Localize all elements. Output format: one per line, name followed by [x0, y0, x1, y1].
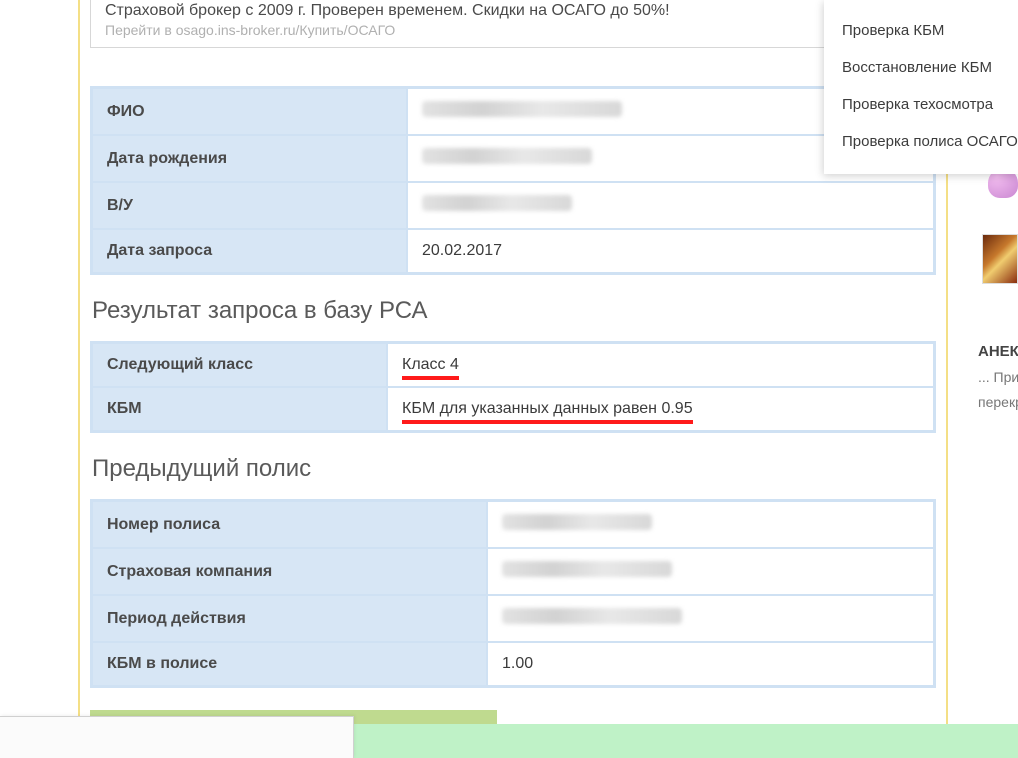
row-label: КБМ в полисе: [92, 642, 487, 686]
row-value: [407, 182, 934, 229]
table-row: Следующий класс Класс 4: [92, 343, 934, 387]
row-label: Номер полиса: [92, 501, 487, 548]
row-label: Страховая компания: [92, 548, 487, 595]
dropdown-menu: Проверка КБМ Восстановление КБМ Проверка…: [824, 0, 1018, 174]
section-result-title: Результат запроса в базу РСА: [92, 297, 936, 325]
ad-how-link[interactable]: Как размести: [90, 56, 936, 72]
dropdown-item-check-kbm[interactable]: Проверка КБМ: [824, 12, 1018, 49]
redacted-value: [502, 514, 652, 530]
sidebar-image-fragment: [982, 234, 1018, 284]
row-label: КБМ: [92, 387, 387, 431]
row-value: 20.02.2017: [407, 229, 934, 273]
row-value: Класс 4: [387, 343, 934, 387]
table-row: Период действия: [92, 595, 934, 642]
redacted-value: [502, 608, 682, 624]
redacted-value: [422, 101, 622, 117]
row-value: КБМ для указанных данных равен 0.95: [387, 387, 934, 431]
dropdown-item-check-osago[interactable]: Проверка полиса ОСАГО: [824, 123, 1018, 160]
main-content: Страховой брокер с 2009 г. Проверен врем…: [78, 0, 948, 742]
section-prev-title: Предыдущий полис: [92, 455, 936, 483]
row-value: 1.00: [487, 642, 934, 686]
table-row: ФИО: [92, 88, 934, 135]
ad-subtitle: Перейти в osago.ins-broker.ru/Купить/ОСА…: [105, 22, 921, 38]
table-row: Страховая компания: [92, 548, 934, 595]
row-value: [487, 595, 934, 642]
table-row: В/У: [92, 182, 934, 229]
row-value: [487, 501, 934, 548]
row-label: В/У: [92, 182, 407, 229]
previous-policy-table: Номер полиса Страховая компания Период д…: [90, 499, 936, 688]
table-row: КБМ КБМ для указанных данных равен 0.95: [92, 387, 934, 431]
table-row: КБМ в полисе 1.00: [92, 642, 934, 686]
row-label: ФИО: [92, 88, 407, 135]
dropdown-item-check-inspection[interactable]: Проверка техосмотра: [824, 86, 1018, 123]
row-label: Дата рождения: [92, 135, 407, 182]
personal-data-table: ФИО Дата рождения В/У Дата запроса 20.02…: [90, 86, 936, 275]
anekdot-line: перекрёсток: [978, 390, 1018, 415]
table-row: Дата рождения: [92, 135, 934, 182]
ad-banner: Страховой брокер с 2009 г. Проверен врем…: [90, 0, 936, 48]
row-label: Период действия: [92, 595, 487, 642]
redacted-value: [422, 195, 572, 211]
result-table: Следующий класс Класс 4 КБМ КБМ для указ…: [90, 341, 936, 433]
redacted-value: [422, 148, 592, 164]
row-value: [487, 548, 934, 595]
anekdot-line: ... Приехал: [978, 365, 1018, 390]
anekdot-title: АНЕКДОТ: [978, 338, 1018, 365]
row-label: Следующий класс: [92, 343, 387, 387]
highlighted-value: КБМ для указанных данных равен 0.95: [402, 400, 693, 418]
ad-title: Страховой брокер с 2009 г. Проверен врем…: [105, 0, 921, 22]
redacted-value: [502, 561, 672, 577]
bottom-tab[interactable]: [0, 716, 354, 758]
row-label: Дата запроса: [92, 229, 407, 273]
dropdown-item-restore-kbm[interactable]: Восстановление КБМ: [824, 49, 1018, 86]
table-row: Номер полиса: [92, 501, 934, 548]
sidebar-anekdot: АНЕКДОТ ... Приехал перекрёсток: [978, 338, 1018, 415]
bottom-bar: [354, 724, 1018, 758]
highlighted-value: Класс 4: [402, 356, 459, 374]
table-row: Дата запроса 20.02.2017: [92, 229, 934, 273]
